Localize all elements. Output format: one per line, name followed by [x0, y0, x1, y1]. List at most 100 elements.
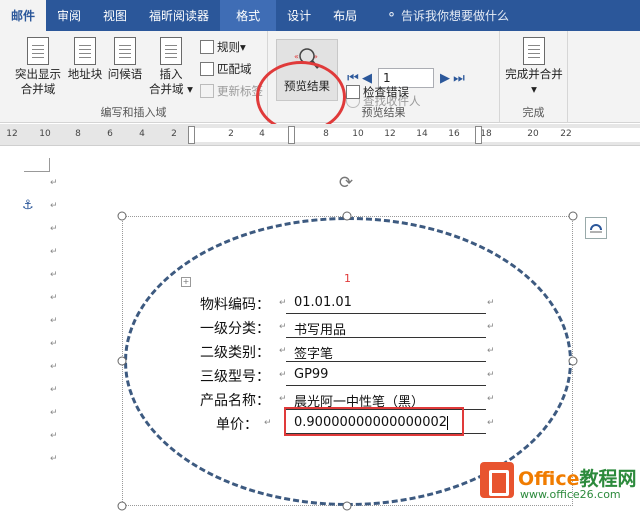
rotate-handle-icon[interactable]: ⟳ [336, 173, 356, 193]
resize-handle[interactable] [342, 211, 352, 221]
resize-handle[interactable] [117, 501, 127, 511]
rules-button[interactable]: 规则 ▾ [200, 39, 246, 55]
tab-view[interactable]: 视图 [92, 0, 138, 31]
next-record-icon[interactable]: ▶ [438, 71, 452, 86]
resize-handle[interactable] [342, 501, 352, 511]
paragraph-mark: ↵ [50, 339, 58, 349]
greeting-line-icon [114, 37, 136, 65]
watermark: Office教程网 www.office26.com [480, 458, 640, 512]
match-fields-icon [200, 62, 214, 76]
tab-foxit[interactable]: 福昕阅读器 [138, 0, 220, 31]
page-number: 1 [344, 272, 351, 285]
cell-mark: ↵ [264, 418, 272, 428]
insert-merge-field-button[interactable]: 插入 合并域 ▾ [146, 37, 196, 97]
field-label: 产品名称： [200, 393, 270, 409]
paragraph-mark: ↵ [50, 385, 58, 395]
tab-layout[interactable]: 布局 [322, 0, 368, 31]
field-label: 二级类别： [200, 345, 270, 361]
value-underline [286, 385, 486, 386]
field-value[interactable]: 签字笔 [294, 343, 333, 362]
tab-format[interactable]: 格式 [220, 0, 277, 31]
paragraph-mark: ↵ [50, 270, 58, 280]
paragraph-mark: ↵ [50, 362, 58, 372]
ribbon: 突出显示 合并域 地址块 问候语 插入 合并域 ▾ 规则 ▾ 匹配域 更新标签 … [0, 31, 640, 133]
check-errors-button[interactable]: 检查错误 [346, 84, 409, 100]
insert-field-icon [160, 37, 182, 65]
ruler-left-indent[interactable] [188, 126, 195, 144]
price-highlight-box [284, 407, 464, 436]
horizontal-ruler[interactable]: 12 10 8 6 4 2 2 4 8 10 12 14 16 18 20 22 [0, 124, 640, 146]
address-block-button[interactable]: 地址块 [66, 37, 104, 82]
row-end-mark: ↵ [487, 370, 495, 380]
field-value[interactable]: 01.01.01 [294, 295, 352, 310]
group-write-insert: 突出显示 合并域 地址块 问候语 插入 合并域 ▾ 规则 ▾ 匹配域 更新标签 … [0, 31, 268, 123]
field-label: 单价： [216, 417, 258, 433]
ruler-first-line-indent[interactable] [288, 126, 295, 144]
cell-mark: ↵ [279, 394, 287, 404]
paragraph-mark: ↵ [50, 408, 58, 418]
layout-options-icon[interactable] [585, 217, 607, 239]
lightbulb-icon: ⚬ [386, 8, 398, 23]
anchor-icon: ⚓ [22, 198, 34, 213]
ribbon-tabs: 邮件 审阅 视图 福昕阅读器 格式 设计 布局 ⚬ 告诉我你想要做什么 [0, 0, 640, 31]
page-corner-mark [24, 158, 50, 172]
tab-mailings[interactable]: 邮件 [0, 0, 47, 31]
finish-merge-button[interactable]: 完成并合并 ▾ [502, 37, 566, 97]
row-end-mark: ↵ [487, 418, 495, 428]
update-labels-button[interactable]: 更新标签 [200, 83, 263, 99]
value-underline [286, 361, 486, 362]
tell-me-text: 告诉我你想要做什么 [401, 9, 510, 23]
value-underline [286, 313, 486, 314]
paragraph-mark: ↵ [50, 178, 58, 188]
group-write-label: 编写和插入域 [100, 106, 167, 119]
tab-design[interactable]: 设计 [276, 0, 322, 31]
group-finish-label: 完成 [522, 106, 545, 119]
field-label: 一级分类： [200, 321, 270, 337]
watermark-url: www.office26.com [520, 488, 621, 501]
field-label: 物料编码： [200, 297, 270, 313]
check-errors-icon [346, 85, 360, 99]
cell-mark: ↵ [279, 370, 287, 380]
value-underline [286, 337, 486, 338]
paragraph-mark: ↵ [50, 431, 58, 441]
address-block-icon [74, 37, 96, 65]
row-end-mark: ↵ [487, 322, 495, 332]
paragraph-mark: ↵ [50, 293, 58, 303]
match-fields-button[interactable]: 匹配域 [200, 61, 252, 77]
highlight-circle [256, 61, 346, 133]
rules-icon [200, 40, 214, 54]
field-label: 三级型号： [200, 369, 270, 385]
resize-handle[interactable] [568, 211, 578, 221]
table-move-handle-icon[interactable]: + [181, 277, 191, 287]
paragraph-mark: ↵ [50, 201, 58, 211]
row-end-mark: ↵ [487, 346, 495, 356]
chevron-down-icon: ▾ [183, 82, 193, 96]
update-labels-icon [200, 84, 214, 98]
greeting-line-button[interactable]: 问候语 [106, 37, 144, 82]
ruler-right-indent[interactable] [475, 126, 482, 144]
tell-me-box[interactable]: ⚬ 告诉我你想要做什么 [368, 0, 520, 31]
watermark-brand-cn: 教程网 [579, 468, 637, 490]
resize-handle[interactable] [117, 211, 127, 221]
cell-mark: ↵ [279, 322, 287, 332]
paragraph-mark: ↵ [50, 316, 58, 326]
resize-handle[interactable] [568, 356, 578, 366]
field-value[interactable]: GP99 [294, 367, 328, 382]
paragraph-mark: ↵ [50, 454, 58, 464]
resize-handle[interactable] [117, 356, 127, 366]
paragraph-mark: ↵ [50, 247, 58, 257]
finish-merge-icon [523, 37, 545, 65]
paragraph-mark: ↵ [50, 224, 58, 234]
chevron-down-icon: ▾ [531, 82, 537, 96]
field-value[interactable]: 书写用品 [294, 319, 346, 338]
cell-mark: ↵ [279, 346, 287, 356]
cell-mark: ↵ [279, 298, 287, 308]
highlight-merge-fields-button[interactable]: 突出显示 合并域 [12, 37, 64, 97]
watermark-brand: Office [518, 468, 580, 490]
chevron-down-icon: ▾ [240, 40, 246, 54]
tab-review[interactable]: 审阅 [46, 0, 92, 31]
layout-options-glyph [590, 224, 602, 233]
last-record-icon[interactable]: ⏭ [452, 71, 466, 86]
svg-text:«: « [294, 52, 299, 61]
highlight-fields-icon [27, 37, 49, 65]
